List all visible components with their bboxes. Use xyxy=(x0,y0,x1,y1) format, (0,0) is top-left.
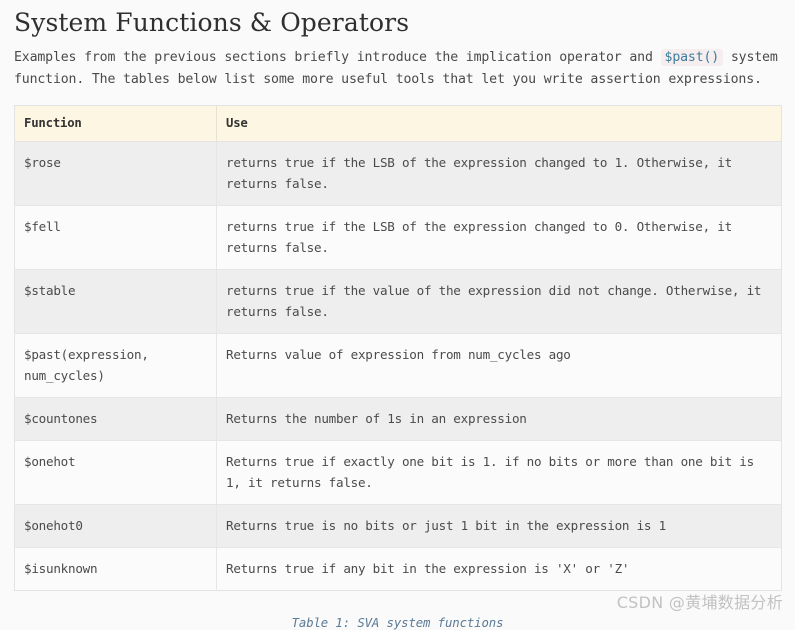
intro-text-before-code: Examples from the previous sections brie… xyxy=(14,50,661,65)
system-functions-table-wrapper: Function Use $rose returns true if the L… xyxy=(14,105,782,591)
table-row: $past(expression, num_cycles) Returns va… xyxy=(14,333,782,398)
cell-function: $past(expression, num_cycles) xyxy=(14,333,217,398)
cell-use: Returns true if exactly one bit is 1. if… xyxy=(216,440,782,505)
cell-function: $isunknown xyxy=(14,547,217,591)
table-head: Function Use xyxy=(14,105,782,142)
table-row: $countones Returns the number of 1s in a… xyxy=(14,397,782,441)
cell-function: $rose xyxy=(14,141,217,206)
inline-code-past: $past() xyxy=(660,49,724,66)
document-page: System Functions & Operators Examples fr… xyxy=(0,0,795,630)
table-header-row: Function Use xyxy=(14,105,782,142)
cell-use: Returns value of expression from num_cyc… xyxy=(216,333,782,398)
table-row: $stable returns true if the value of the… xyxy=(14,269,782,334)
cell-use: returns true if the LSB of the expressio… xyxy=(216,205,782,270)
table-row: $rose returns true if the LSB of the exp… xyxy=(14,141,782,206)
cell-use: Returns true is no bits or just 1 bit in… xyxy=(216,504,782,548)
cell-function: $onehot xyxy=(14,440,217,505)
intro-paragraph: Examples from the previous sections brie… xyxy=(14,44,781,91)
cell-function: $onehot0 xyxy=(14,504,217,548)
table-row: $onehot Returns true if exactly one bit … xyxy=(14,440,782,505)
cell-function: $stable xyxy=(14,269,217,334)
cell-use: returns true if the LSB of the expressio… xyxy=(216,141,782,206)
cell-use: Returns true if any bit in the expressio… xyxy=(216,547,782,591)
column-header-use: Use xyxy=(216,105,782,142)
cell-function: $countones xyxy=(14,397,217,441)
table-body: $rose returns true if the LSB of the exp… xyxy=(14,141,782,591)
table-row: $fell returns true if the LSB of the exp… xyxy=(14,205,782,270)
cell-use: Returns the number of 1s in an expressio… xyxy=(216,397,782,441)
table-caption: Table 1: SVA system functions xyxy=(291,616,504,630)
csdn-watermark: CSDN @黄埔数据分析 xyxy=(616,593,783,612)
table-row: $onehot0 Returns true is no bits or just… xyxy=(14,504,782,548)
system-functions-table: Function Use $rose returns true if the L… xyxy=(14,105,782,591)
page-title: System Functions & Operators xyxy=(14,8,410,37)
cell-use: returns true if the value of the express… xyxy=(216,269,782,334)
cell-function: $fell xyxy=(14,205,217,270)
table-row: $isunknown Returns true if any bit in th… xyxy=(14,547,782,591)
column-header-function: Function xyxy=(14,105,217,142)
